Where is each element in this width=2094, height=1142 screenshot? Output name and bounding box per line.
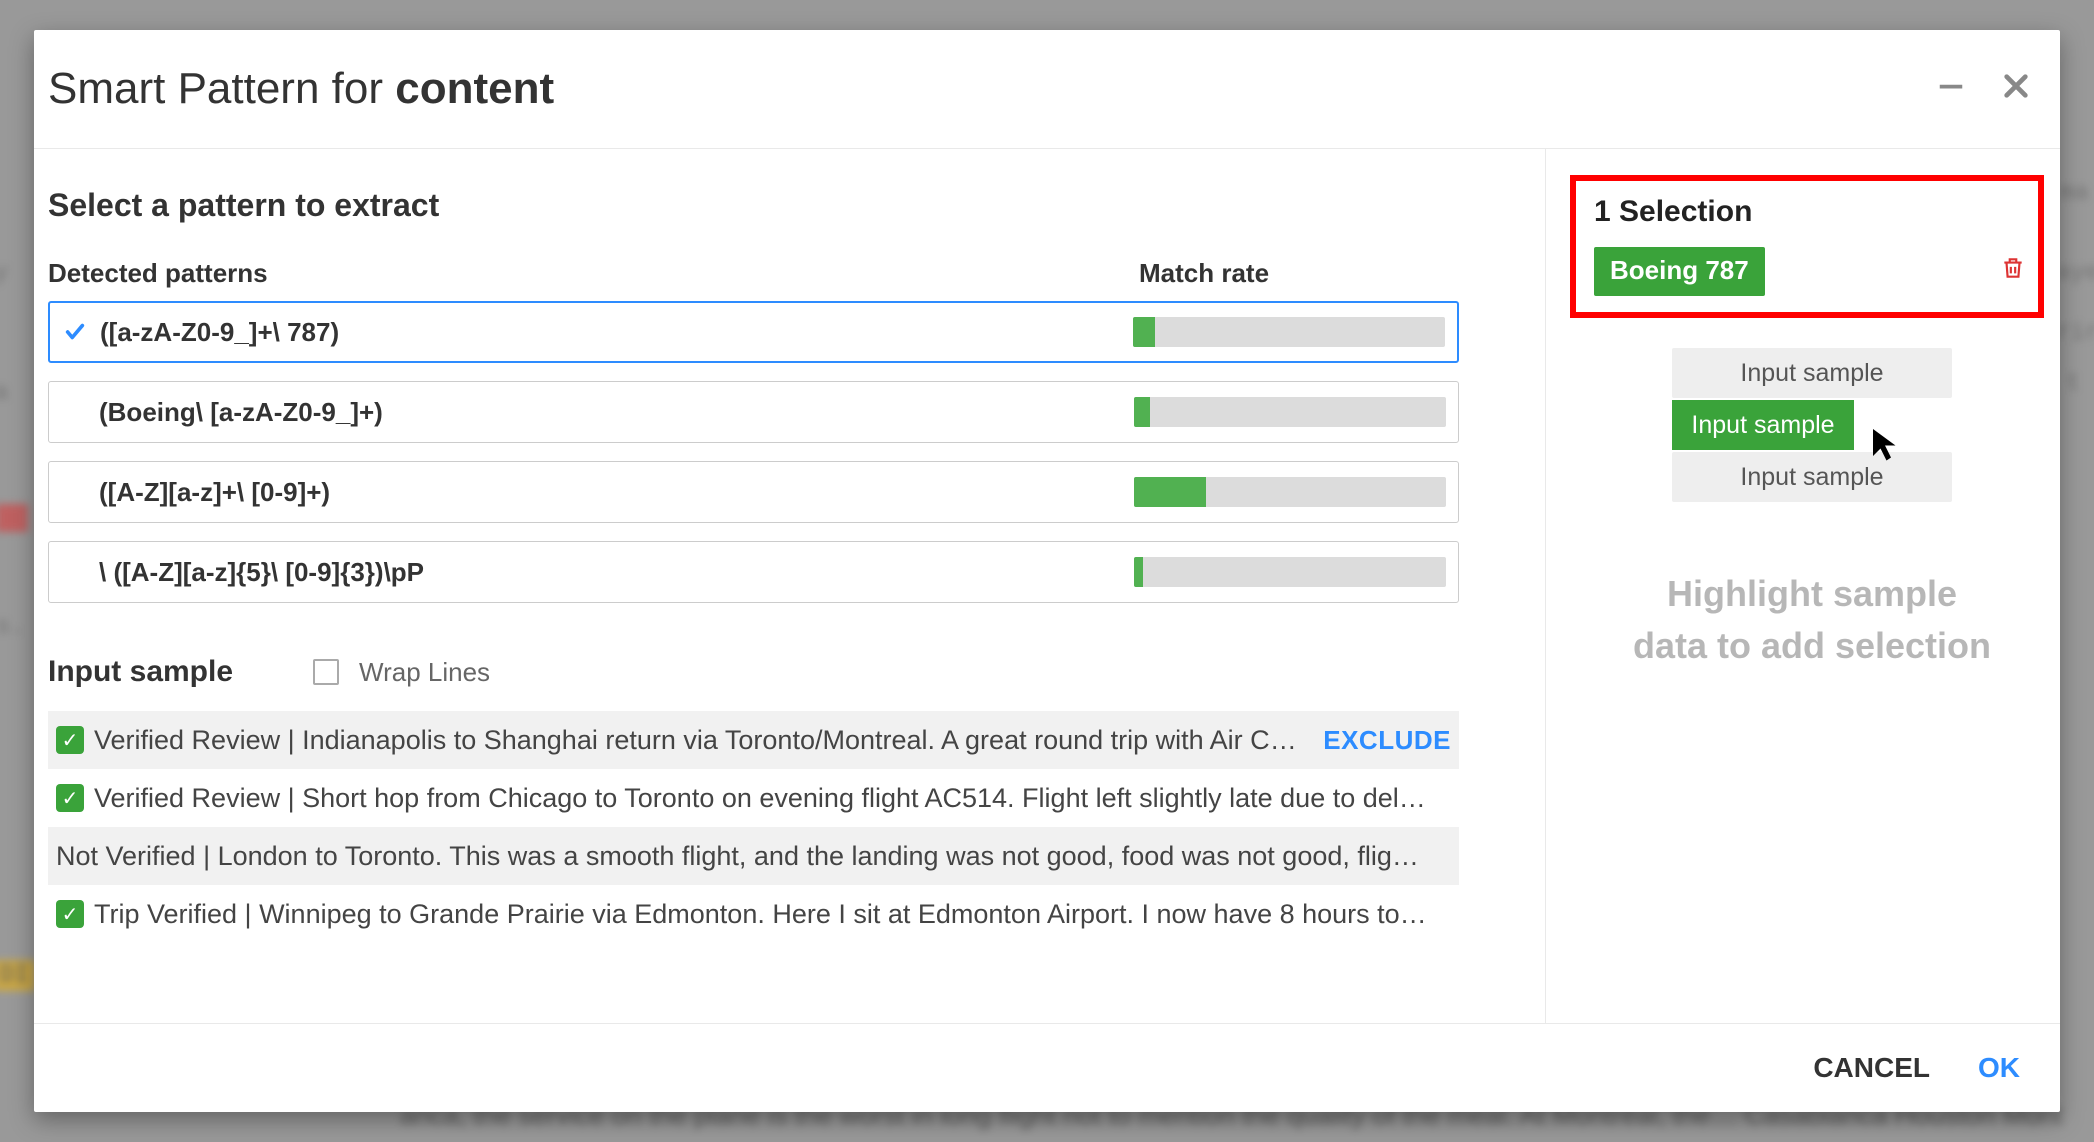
input-sample-stack: Input sampleInput sampleInput sample: [1590, 348, 2034, 504]
pattern-regex: \ ([A-Z][a-z]{5}\ [0-9]{3})\pP: [99, 557, 1134, 588]
sample-text: Verified Review | Short hop from Chicago…: [94, 783, 1451, 814]
wrap-lines-label: Wrap Lines: [359, 657, 490, 688]
modal-title-field: content: [395, 64, 554, 113]
modal-header: Smart Pattern for content: [34, 30, 2060, 148]
sample-row[interactable]: Not Verified | London to Toronto. This w…: [48, 827, 1459, 885]
input-sample-heading: Input sample: [48, 655, 233, 689]
col-detected-patterns: Detected patterns: [48, 258, 1139, 289]
sample-text: Verified Review | Indianapolis to Shangh…: [94, 725, 1323, 756]
sample-row[interactable]: ✓ Verified Review | Indianapolis to Shang…: [48, 711, 1459, 769]
ok-button[interactable]: OK: [1978, 1052, 2020, 1084]
modal-title: Smart Pattern for content: [48, 64, 554, 114]
sample-text: Not Verified | London to Toronto. This w…: [56, 841, 1451, 872]
checkbox-box[interactable]: [313, 659, 339, 685]
pattern-list: ([a-zA-Z0-9_]+\ 787) (Boeing\ [a-zA-Z0-9_…: [48, 301, 1459, 603]
sample-text: Trip Verified | Winnipeg to Grande Prair…: [94, 899, 1451, 930]
pattern-row[interactable]: ([a-zA-Z0-9_]+\ 787): [48, 301, 1459, 363]
verified-badge-icon: ✓: [56, 784, 84, 812]
verified-badge-icon: ✓: [56, 900, 84, 928]
wrap-lines-checkbox[interactable]: Wrap Lines: [313, 657, 490, 688]
selection-count: 1 Selection: [1594, 195, 2026, 229]
highlight-hint: Highlight sample data to add selection: [1590, 568, 2034, 672]
selection-highlight-box: 1 Selection Boeing 787: [1570, 175, 2044, 318]
pattern-regex: ([a-zA-Z0-9_]+\ 787): [100, 317, 1133, 348]
delete-selection-icon[interactable]: [2000, 255, 2026, 288]
match-rate-bar: [1134, 397, 1446, 427]
input-sample-slot[interactable]: Input sample: [1672, 400, 1854, 450]
minimize-icon[interactable]: [1936, 71, 1966, 107]
modal-footer: CANCEL OK: [34, 1024, 2060, 1112]
selection-chip[interactable]: Boeing 787: [1594, 247, 1765, 296]
right-panel: 1 Selection Boeing 787 Input sampleInput…: [1546, 149, 2046, 1023]
pattern-regex: ([A-Z][a-z]+\ [0-9]+): [99, 477, 1134, 508]
left-panel: Select a pattern to extract Detected pat…: [48, 149, 1546, 1023]
sample-row[interactable]: ✓ Trip Verified | Winnipeg to Grande Prai…: [48, 885, 1459, 943]
match-rate-bar: [1134, 557, 1446, 587]
input-sample-slot[interactable]: Input sample: [1672, 452, 1952, 502]
input-sample-slot[interactable]: Input sample: [1672, 348, 1952, 398]
verified-badge-icon: ✓: [56, 726, 84, 754]
pattern-row[interactable]: ([A-Z][a-z]+\ [0-9]+): [48, 461, 1459, 523]
sample-list: ✓ Verified Review | Indianapolis to Shang…: [48, 711, 1459, 943]
exclude-button[interactable]: EXCLUDE: [1323, 725, 1451, 756]
col-match-rate: Match rate: [1139, 258, 1459, 289]
pattern-row[interactable]: \ ([A-Z][a-z]{5}\ [0-9]{3})\pP: [48, 541, 1459, 603]
pattern-column-headers: Detected patterns Match rate: [48, 258, 1459, 289]
modal-title-prefix: Smart Pattern for: [48, 64, 395, 113]
sample-row[interactable]: ✓ Verified Review | Short hop from Chicag…: [48, 769, 1459, 827]
close-icon[interactable]: [2002, 72, 2030, 106]
pattern-regex: (Boeing\ [a-zA-Z0-9_]+): [99, 397, 1134, 428]
smart-pattern-modal: Smart Pattern for content Select a patte…: [34, 30, 2060, 1112]
pattern-row[interactable]: (Boeing\ [a-zA-Z0-9_]+): [48, 381, 1459, 443]
match-rate-bar: [1133, 317, 1445, 347]
select-pattern-heading: Select a pattern to extract: [48, 187, 1459, 224]
check-icon: [50, 321, 100, 343]
cancel-button[interactable]: CANCEL: [1813, 1052, 1930, 1084]
match-rate-bar: [1134, 477, 1446, 507]
